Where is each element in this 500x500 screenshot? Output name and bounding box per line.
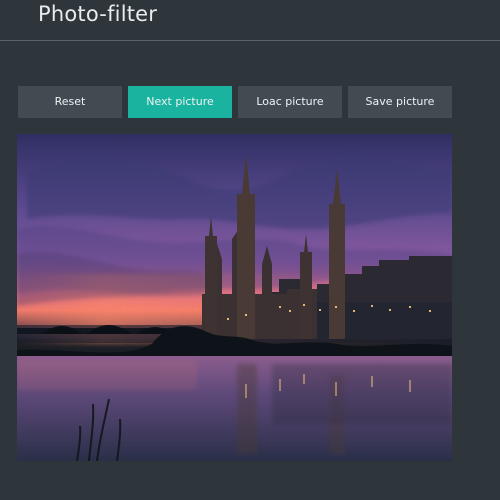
photo-filter-app: Photo-filter Reset Next picture Loac pic…	[0, 0, 500, 500]
load-picture-button[interactable]: Loac picture	[238, 86, 342, 118]
header: Photo-filter	[0, 0, 500, 41]
photo-canvas	[17, 134, 452, 461]
next-picture-button[interactable]: Next picture	[128, 86, 232, 118]
reset-button[interactable]: Reset	[18, 86, 122, 118]
save-picture-button[interactable]: Save picture	[348, 86, 452, 118]
photo-image	[17, 134, 452, 461]
app-title: Photo-filter	[38, 2, 158, 26]
